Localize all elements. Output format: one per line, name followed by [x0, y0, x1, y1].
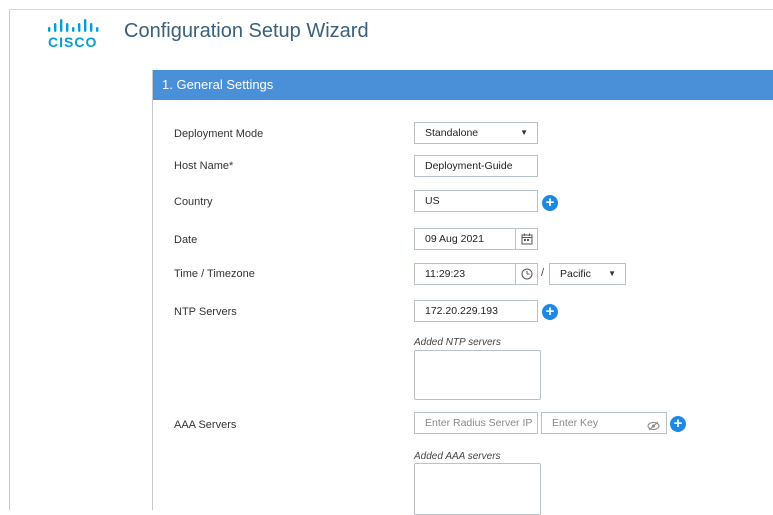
radius-server-ip-input[interactable]: Enter Radius Server IP: [414, 412, 538, 434]
date-label: Date: [174, 234, 198, 246]
timezone-value: Pacific: [560, 268, 591, 280]
ntp-server-input[interactable]: 172.20.229.193: [414, 300, 538, 322]
radius-key-placeholder: Enter Key: [552, 417, 599, 429]
panel-header[interactable]: 1. General Settings: [153, 70, 773, 100]
added-ntp-servers-label: Added NTP servers: [414, 337, 501, 348]
page-title: Configuration Setup Wizard: [124, 20, 369, 42]
window-border-left: [9, 9, 10, 510]
time-timezone-label: Time / Timezone: [174, 268, 255, 280]
date-value: 09 Aug 2021: [425, 233, 484, 245]
calendar-icon[interactable]: [515, 229, 537, 249]
add-aaa-plus-icon[interactable]: +: [670, 416, 686, 432]
country-input[interactable]: US: [414, 190, 538, 212]
chevron-down-icon: ▼: [608, 269, 616, 278]
add-ntp-plus-icon[interactable]: +: [542, 304, 558, 320]
added-aaa-servers-list[interactable]: [414, 463, 541, 515]
ntp-servers-label: NTP Servers: [174, 306, 237, 318]
host-name-input[interactable]: Deployment-Guide: [414, 155, 538, 177]
clock-icon[interactable]: [515, 264, 537, 284]
added-ntp-servers-list[interactable]: [414, 350, 541, 400]
deployment-mode-value: Standalone: [425, 127, 479, 139]
time-value: 11:29:23: [425, 268, 466, 280]
aaa-servers-label: AAA Servers: [174, 419, 237, 431]
deployment-mode-label: Deployment Mode: [174, 128, 264, 140]
deployment-mode-select[interactable]: Standalone ▼: [414, 122, 538, 144]
eye-slash-icon[interactable]: [647, 418, 660, 438]
timezone-separator: /: [541, 267, 545, 279]
host-name-label: Host Name*: [174, 160, 234, 172]
cisco-logo-text: CISCO: [48, 34, 98, 50]
date-input[interactable]: 09 Aug 2021: [414, 228, 538, 250]
added-aaa-servers-label: Added AAA servers: [414, 451, 501, 462]
timezone-select[interactable]: Pacific ▼: [549, 263, 626, 285]
time-input[interactable]: 11:29:23: [414, 263, 538, 285]
add-country-plus-icon[interactable]: +: [542, 195, 558, 211]
chevron-down-icon: ▼: [520, 128, 528, 137]
window-border-top: [9, 9, 773, 10]
radius-key-input[interactable]: Enter Key: [541, 412, 667, 434]
country-label: Country: [174, 196, 213, 208]
